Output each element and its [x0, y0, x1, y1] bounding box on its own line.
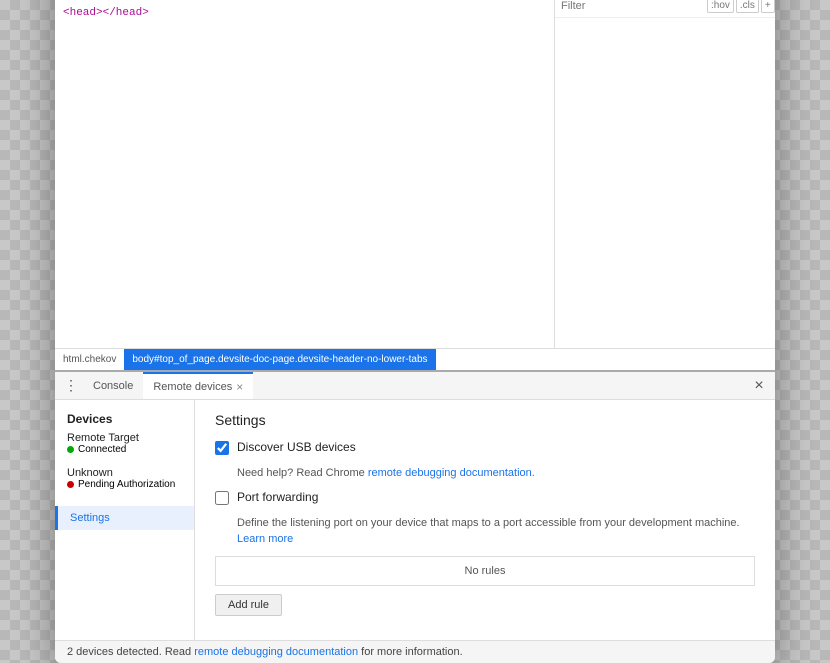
port-forwarding-label: Port forwarding: [237, 490, 318, 504]
device-unknown: Unknown Pending Authorization: [67, 465, 182, 492]
discover-usb-label: Discover USB devices: [237, 440, 356, 454]
devices-sidebar: Devices Remote Target Connected Unknown …: [55, 400, 195, 640]
discover-usb-checkbox[interactable]: [215, 441, 229, 455]
drawer-tab-label: Remote devices: [153, 381, 232, 393]
close-drawer-icon[interactable]: ×: [747, 374, 771, 398]
drawer-menu-icon[interactable]: ⋮: [59, 374, 83, 398]
settings-menu-item[interactable]: Settings: [55, 506, 194, 530]
help-text: Need help? Read Chrome: [237, 467, 368, 479]
device-status-remote: Connected: [67, 444, 182, 455]
filter-tags: :hov .cls +: [707, 0, 775, 13]
device-remote-target: Remote Target Connected: [67, 430, 182, 457]
add-rule-button[interactable]: Add rule: [215, 594, 282, 616]
drawer-tab-remote-devices[interactable]: Remote devices ×: [143, 372, 253, 399]
device-name-unknown: Unknown: [67, 467, 182, 479]
port-forwarding-row: Port forwarding: [215, 490, 755, 505]
styles-panel: Styles Computed Event Listeners » :hov .…: [555, 0, 775, 348]
status-dot-red: [67, 481, 74, 488]
footer-text-before: 2 devices detected. Read: [67, 646, 194, 658]
status-dot-green: [67, 446, 74, 453]
devices-section: Devices Remote Target Connected Unknown …: [55, 408, 194, 496]
cls-filter[interactable]: .cls: [736, 0, 759, 13]
breadcrumb-body[interactable]: body#top_of_page.devsite-doc-page.devsit…: [124, 349, 435, 370]
footer-link[interactable]: remote debugging documentation: [194, 646, 358, 658]
code-line-3: <head></head>: [55, 4, 554, 22]
breadcrumb: html.chekov body#top_of_page.devsite-doc…: [55, 348, 775, 370]
settings-content: Settings Discover USB devices Need help?…: [195, 400, 775, 640]
devtools-window: Developer Tools - https://developers.goo…: [55, 0, 775, 663]
discover-usb-help: Need help? Read Chrome remote debugging …: [237, 465, 755, 482]
device-name-remote: Remote Target: [67, 432, 182, 444]
settings-heading: Settings: [215, 412, 755, 428]
filter-input[interactable]: [561, 0, 703, 12]
breadcrumb-html[interactable]: html.chekov: [55, 349, 124, 370]
devices-heading: Devices: [67, 412, 182, 426]
port-forwarding-text: Define the listening port on your device…: [237, 517, 740, 529]
drawer-tab-console[interactable]: Console: [83, 372, 143, 399]
code-panel: <!DOCTYPE html> <html lang="en" class="c…: [55, 0, 555, 348]
discover-usb-row: Discover USB devices: [215, 440, 755, 455]
no-rules-box: No rules: [215, 556, 755, 586]
device-status-text-unknown: Pending Authorization: [78, 479, 175, 490]
port-forwarding-checkbox[interactable]: [215, 491, 229, 505]
device-status-unknown: Pending Authorization: [67, 479, 182, 490]
footer-bar: 2 devices detected. Read remote debuggin…: [55, 640, 775, 663]
drawer-tabs-bar: ⋮ Console Remote devices × ×: [55, 372, 775, 400]
drawer: ⋮ Console Remote devices × × Devices Rem…: [55, 370, 775, 663]
close-tab-icon[interactable]: ×: [236, 380, 243, 394]
add-filter[interactable]: +: [761, 0, 775, 13]
filter-bar: :hov .cls +: [555, 0, 775, 18]
footer-text-after: for more information.: [358, 646, 463, 658]
remote-devices-panel: Devices Remote Target Connected Unknown …: [55, 400, 775, 640]
port-forwarding-desc: Define the listening port on your device…: [237, 515, 755, 548]
main-area: <!DOCTYPE html> <html lang="en" class="c…: [55, 0, 775, 348]
device-status-text-remote: Connected: [78, 444, 126, 455]
settings-sidebar-item: Settings: [55, 506, 194, 530]
hov-filter[interactable]: :hov: [707, 0, 734, 13]
port-forwarding-link[interactable]: Learn more: [237, 533, 293, 545]
no-rules-text: No rules: [465, 565, 506, 577]
help-link[interactable]: remote debugging documentation.: [368, 467, 535, 479]
